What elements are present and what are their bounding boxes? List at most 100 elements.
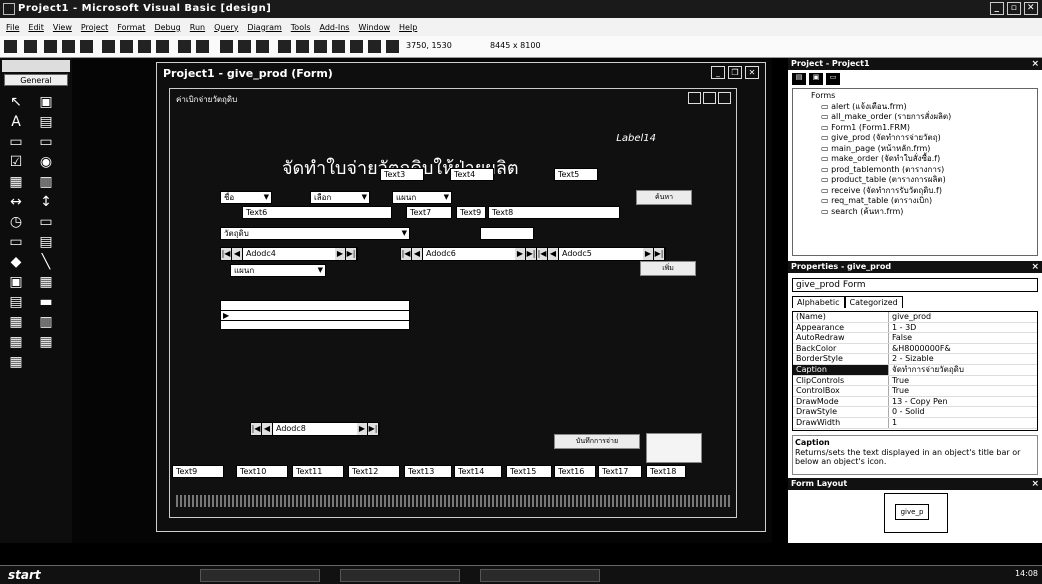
property-row[interactable]: (Name) give_prod — [793, 312, 1037, 323]
ole-icon[interactable]: ▤ — [6, 294, 26, 310]
prev-record-icon[interactable]: ◀ — [232, 248, 243, 260]
combo-department[interactable]: แผนก — [392, 191, 452, 204]
text4[interactable]: Text4 — [450, 168, 494, 181]
property-row[interactable]: Appearance 1 - 3D — [793, 322, 1037, 334]
next-record-icon[interactable]: ▶ — [357, 423, 368, 435]
toggle-folders-icon[interactable]: ▭ — [826, 73, 840, 85]
break-icon[interactable] — [238, 40, 251, 53]
text8[interactable]: Text8 — [488, 206, 620, 219]
add-button[interactable]: เพิ่ม — [640, 261, 696, 276]
line-icon[interactable]: ╲ — [36, 254, 56, 270]
text-quantity[interactable] — [480, 227, 534, 240]
combo-name[interactable]: ชื่อ — [220, 191, 272, 204]
forms-folder[interactable]: Forms — [811, 91, 1035, 102]
checkbox-icon[interactable]: ☑ — [6, 154, 26, 170]
property-row-selected[interactable]: Caption จัดทำการจ่ายวัตถุดิบ — [793, 364, 1037, 376]
form-resize-border[interactable] — [176, 495, 732, 507]
minimize-icon[interactable]: _ — [990, 2, 1004, 15]
adodc5[interactable]: |◀ ◀ Adodc5 ▶ ▶| — [536, 247, 666, 261]
menu-addins[interactable]: Add-Ins — [320, 23, 350, 32]
next-record-icon[interactable]: ▶ — [643, 248, 654, 260]
project-explorer-icon[interactable] — [278, 40, 291, 53]
form-canvas[interactable]: ค่าเบิกจ่ายวัตถุดิบ Label14 จัดทำใบจ่ายว… — [169, 88, 737, 518]
text7[interactable]: Text7 — [406, 206, 452, 219]
taskbar-item[interactable] — [480, 569, 600, 582]
search-button[interactable]: ค้นหา — [636, 190, 692, 205]
form-layout-icon[interactable] — [314, 40, 327, 53]
mshflexgrid-icon[interactable]: ▦ — [36, 334, 56, 350]
adodc4[interactable]: |◀ ◀ Adodc4 ▶ ▶| — [220, 247, 358, 261]
text17[interactable]: Text17 — [598, 465, 642, 478]
next-record-icon[interactable]: ▶ — [335, 248, 346, 260]
text3[interactable]: Text3 — [380, 168, 424, 181]
tree-item[interactable]: product_table (ตารางการผลิต) — [821, 175, 1035, 186]
menu-debug[interactable]: Debug — [154, 23, 180, 32]
maximize-icon[interactable]: ▫ — [1007, 2, 1021, 15]
component-manager-icon[interactable] — [386, 40, 399, 53]
add-project-icon[interactable] — [4, 40, 17, 53]
toolbox-icon[interactable] — [350, 40, 363, 53]
save-icon[interactable] — [80, 40, 93, 53]
text11[interactable]: Text11 — [292, 465, 344, 478]
frame-icon[interactable]: ▭ — [6, 134, 26, 150]
text9-top[interactable]: Text9 — [456, 206, 486, 219]
text13[interactable]: Text13 — [404, 465, 452, 478]
data-control-icon[interactable]: ▦ — [36, 274, 56, 290]
first-record-icon[interactable]: |◀ — [221, 248, 232, 260]
text12[interactable]: Text12 — [348, 465, 400, 478]
object-browser-icon[interactable] — [332, 40, 345, 53]
start-icon[interactable] — [220, 40, 233, 53]
menu-run[interactable]: Run — [190, 23, 205, 32]
text9[interactable]: Text9 — [172, 465, 224, 478]
tree-item[interactable]: make_order (จัดทำใบสั่งซื้อ.f) — [821, 154, 1035, 165]
next-record-icon[interactable]: ▶ — [515, 248, 526, 260]
tab-alphabetic[interactable]: Alphabetic — [792, 296, 845, 308]
combobox-icon[interactable]: ▦ — [6, 174, 26, 190]
text5[interactable]: Text5 — [554, 168, 598, 181]
adodc8[interactable]: |◀ ◀ Adodc8 ▶ ▶| — [250, 422, 380, 436]
minimize-icon[interactable]: _ — [711, 66, 725, 79]
view-object-icon[interactable]: ▣ — [809, 73, 823, 85]
last-record-icon[interactable]: ▶| — [654, 248, 665, 260]
close-icon[interactable]: ✕ — [745, 66, 759, 79]
exit-picture-button[interactable] — [646, 433, 702, 463]
toolbox-tab-general[interactable]: General — [4, 74, 68, 86]
cut-icon[interactable] — [102, 40, 115, 53]
text16[interactable]: Text16 — [554, 465, 596, 478]
optionbutton-icon[interactable]: ◉ — [36, 154, 56, 170]
menu-query[interactable]: Query — [214, 23, 238, 32]
property-row[interactable]: DrawWidth 1 — [793, 417, 1037, 429]
restore-icon[interactable]: ❐ — [728, 66, 742, 79]
find-icon[interactable] — [156, 40, 169, 53]
taskbar-item[interactable] — [340, 569, 460, 582]
property-row[interactable]: DrawMode 13 - Copy Pen — [793, 396, 1037, 408]
label14[interactable]: Label14 — [616, 133, 656, 144]
combo-department2[interactable]: แผนก — [230, 264, 326, 277]
commandbutton-icon[interactable]: ▭ — [36, 134, 56, 150]
shape-icon[interactable]: ◆ — [6, 254, 26, 270]
text15[interactable]: Text15 — [506, 465, 552, 478]
menu-file[interactable]: File — [6, 23, 19, 32]
menu-tools[interactable]: Tools — [291, 23, 311, 32]
datalist-icon[interactable]: ▦ — [6, 334, 26, 350]
prev-record-icon[interactable]: ◀ — [262, 423, 273, 435]
adodc-icon[interactable]: ▬ — [36, 294, 56, 310]
menu-diagram[interactable]: Diagram — [247, 23, 281, 32]
datagrid-icon[interactable]: ▦ — [6, 314, 26, 330]
property-row[interactable]: DrawStyle 0 - Solid — [793, 407, 1037, 418]
minimize-icon[interactable] — [688, 92, 701, 104]
tree-item[interactable]: prod_tablemonth (ตารางการ) — [821, 165, 1035, 176]
end-icon[interactable] — [256, 40, 269, 53]
property-row[interactable]: ClipControls True — [793, 375, 1037, 387]
property-row[interactable]: ControlBox True — [793, 386, 1037, 397]
tree-item[interactable]: all_make_order (รายการสั่งผลิต) — [821, 112, 1035, 123]
add-form-icon[interactable] — [24, 40, 37, 53]
property-value[interactable]: จัดทำการจ่ายวัตถุดิบ — [889, 365, 1037, 375]
report-icon[interactable]: ▦ — [6, 354, 26, 370]
tree-item[interactable]: Form1 (Form1.FRM) — [821, 123, 1035, 134]
tree-item[interactable]: alert (แจ้งเตือน.frm) — [821, 102, 1035, 113]
property-row[interactable]: BackColor &H8000000F& — [793, 343, 1037, 355]
properties-object-select[interactable]: give_prod Form — [792, 278, 1038, 292]
label-icon[interactable]: A — [6, 114, 26, 130]
tree-item[interactable]: req_mat_table (ตารางเบิก) — [821, 196, 1035, 207]
